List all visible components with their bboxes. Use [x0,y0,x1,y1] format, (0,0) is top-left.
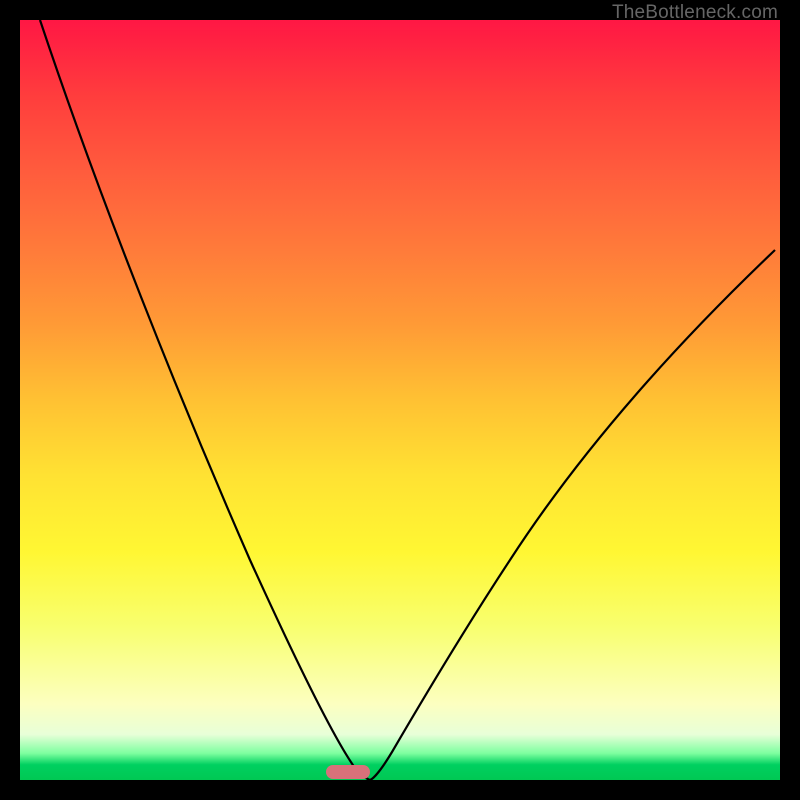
curve-left-branch [40,20,370,780]
curve-right-branch [370,250,775,780]
watermark-text: TheBottleneck.com [612,2,778,24]
bottleneck-curve [20,20,780,780]
bottleneck-marker [326,765,370,779]
